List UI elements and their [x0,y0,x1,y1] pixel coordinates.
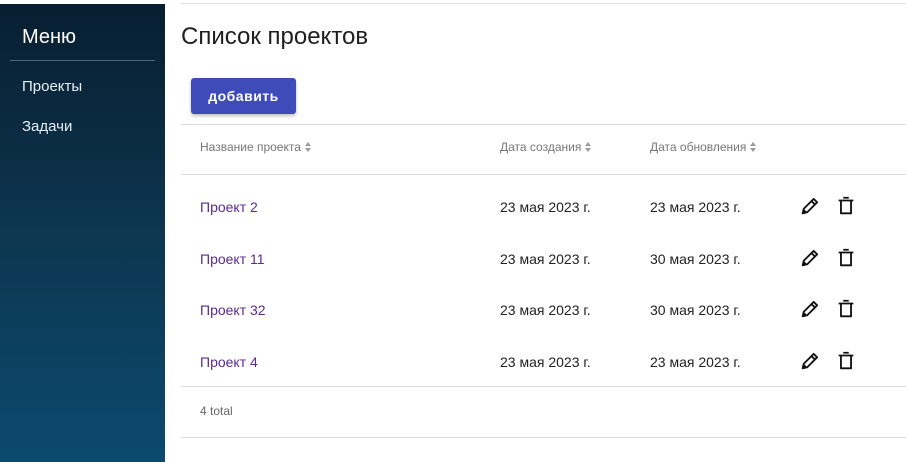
table-bottom-divider [181,386,906,387]
trash-icon[interactable] [835,298,857,320]
trash-icon[interactable] [835,350,857,372]
created-date: 23 мая 2023 г. [500,251,591,267]
column-header-label: Дата создания [500,140,582,154]
sidebar-divider [10,60,155,61]
top-divider [181,3,906,4]
column-header-name[interactable]: Название проекта [200,140,312,154]
pencil-icon[interactable] [799,298,821,320]
table-row: Проект 4 23 мая 2023 г. 23 мая 2023 г. [181,336,906,388]
sidebar: Меню Проекты Задачи [0,4,165,462]
sidebar-title: Меню [22,26,77,48]
page-title: Список проектов [181,23,369,50]
sidebar-item-projects[interactable]: Проекты [22,78,82,95]
sidebar-item-tasks[interactable]: Задачи [22,118,72,135]
header-divider [181,174,906,175]
pencil-icon[interactable] [799,350,821,372]
table-row: Проект 2 23 мая 2023 г. 23 мая 2023 г. [181,181,906,233]
trash-icon[interactable] [835,247,857,269]
column-header-created[interactable]: Дата создания [500,140,592,154]
table-top-divider [181,124,906,125]
sort-icon [304,141,312,153]
column-header-label: Дата обновления [650,140,747,154]
updated-date: 30 мая 2023 г. [650,251,741,267]
project-name-link[interactable]: Проект 32 [200,302,266,318]
total-count: 4 total [200,404,233,418]
sort-icon [584,141,592,153]
add-project-button[interactable]: добавить [191,78,296,114]
column-header-label: Название проекта [200,140,301,154]
created-date: 23 мая 2023 г. [500,199,591,215]
created-date: 23 мая 2023 г. [500,354,591,370]
created-date: 23 мая 2023 г. [500,302,591,318]
footer-divider [181,437,906,438]
updated-date: 23 мая 2023 г. [650,354,741,370]
table-row: Проект 32 23 мая 2023 г. 30 мая 2023 г. [181,284,906,336]
project-name-link[interactable]: Проект 4 [200,354,258,370]
pencil-icon[interactable] [799,195,821,217]
updated-date: 23 мая 2023 г. [650,199,741,215]
project-name-link[interactable]: Проект 11 [200,251,265,267]
updated-date: 30 мая 2023 г. [650,302,741,318]
project-name-link[interactable]: Проект 2 [200,199,258,215]
column-header-updated[interactable]: Дата обновления [650,140,757,154]
table-row: Проект 11 23 мая 2023 г. 30 мая 2023 г. [181,233,906,285]
trash-icon[interactable] [835,195,857,217]
pencil-icon[interactable] [799,247,821,269]
sort-icon [749,141,757,153]
